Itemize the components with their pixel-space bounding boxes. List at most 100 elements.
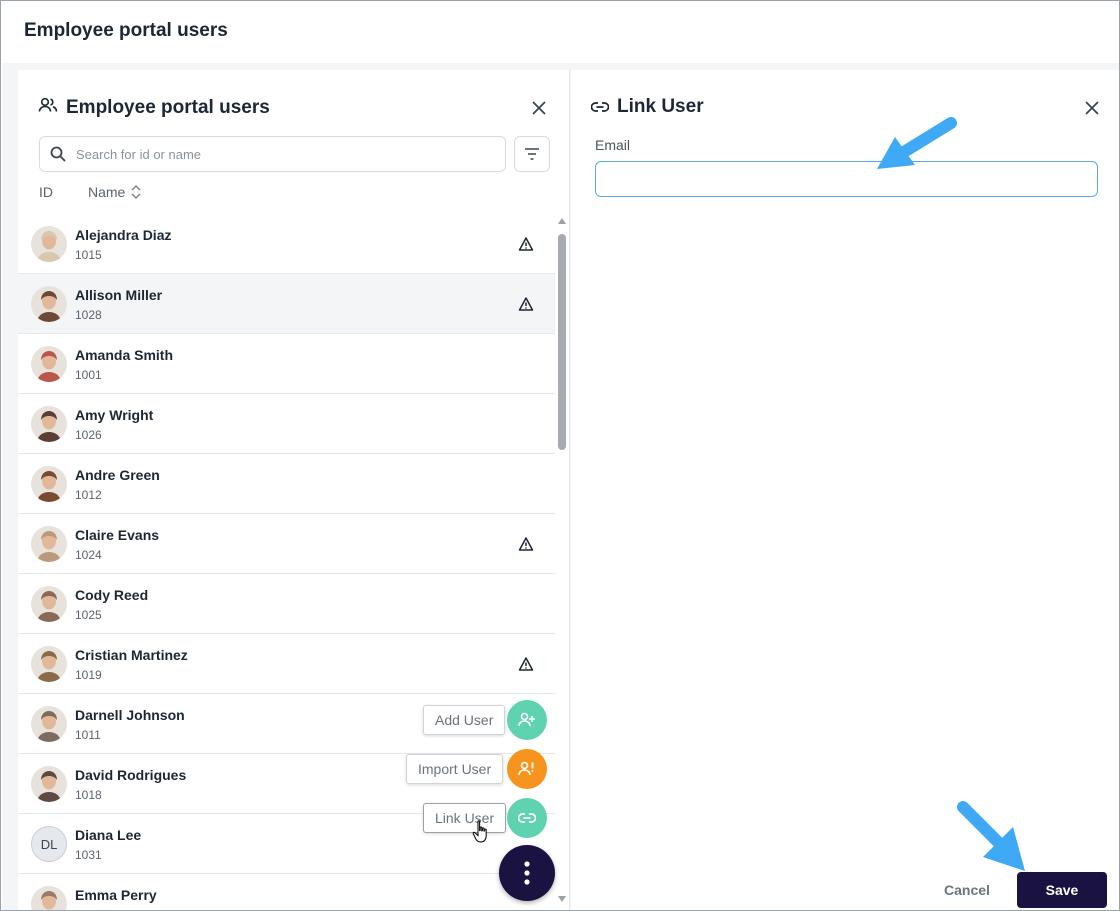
search-icon <box>50 146 66 162</box>
avatar <box>31 406 67 442</box>
user-name: Claire Evans <box>75 527 160 543</box>
link-user-panel: Link User Email Cancel Save <box>571 70 1119 910</box>
user-id: 1019 <box>75 668 102 682</box>
page-title: Employee portal users <box>24 20 228 41</box>
avatar-photo-icon <box>31 886 67 910</box>
avatar <box>31 226 67 262</box>
avatar <box>31 586 67 622</box>
avatar <box>31 706 67 742</box>
user-row[interactable]: Emma Perry <box>18 874 555 910</box>
link-icon <box>518 813 536 823</box>
close-icon <box>1085 101 1099 115</box>
avatar <box>31 646 67 682</box>
user-name: Darnell Johnson <box>75 707 185 723</box>
avatar-photo-icon <box>31 646 67 682</box>
annotation-arrow-save <box>957 801 1025 871</box>
avatar <box>31 766 67 802</box>
user-name: Diana Lee <box>75 827 142 843</box>
user-id: 1011 <box>75 728 101 742</box>
user-name: Emma Perry <box>75 887 157 903</box>
user-name: Allison Miller <box>75 287 163 303</box>
email-field[interactable] <box>595 161 1098 197</box>
avatar-photo-icon <box>31 586 67 622</box>
user-row[interactable]: Cody Reed 1025 <box>18 574 555 634</box>
link-user-title: Link User <box>617 96 704 117</box>
sort-icon <box>131 185 141 199</box>
user-row[interactable]: Cristian Martinez 1019 <box>18 634 555 694</box>
warning-icon[interactable] <box>518 236 534 252</box>
avatar <box>31 346 67 382</box>
scroll-up-arrow[interactable] <box>558 218 566 224</box>
avatar-initials: DL <box>31 826 67 862</box>
user-id: 1012 <box>75 488 102 502</box>
link-icon <box>591 102 609 112</box>
scroll-down-arrow[interactable] <box>558 896 566 902</box>
user-row[interactable]: Amy Wright 1026 <box>18 394 555 454</box>
add-user-icon <box>518 712 535 727</box>
scrollbar-thumb[interactable] <box>558 234 566 450</box>
user-name: Andre Green <box>75 467 160 483</box>
user-id: 1025 <box>75 608 102 622</box>
close-icon <box>532 101 546 115</box>
user-row[interactable]: Alejandra Diaz 1015 <box>18 214 555 274</box>
link-user-header: Link User <box>591 96 704 118</box>
link-user-label[interactable]: Link User <box>423 803 507 833</box>
user-id: 1024 <box>75 548 102 562</box>
users-panel-title: Employee portal users <box>66 96 270 118</box>
scrollbar[interactable] <box>557 218 567 908</box>
import-user-label[interactable]: Import User <box>406 754 504 784</box>
avatar-photo-icon <box>31 406 67 442</box>
user-id: 1015 <box>75 248 102 262</box>
avatar-photo-icon <box>31 286 67 322</box>
more-actions-button[interactable] <box>499 845 555 901</box>
avatar <box>31 526 67 562</box>
import-user-icon <box>518 761 534 776</box>
user-id: 1001 <box>75 368 102 382</box>
user-name: David Rodrigues <box>75 767 187 783</box>
filter-button[interactable] <box>514 136 550 172</box>
more-vertical-icon <box>524 861 530 885</box>
user-id: 1031 <box>75 848 102 862</box>
column-header-name-label: Name <box>88 184 126 200</box>
users-panel-header: Employee portal users <box>38 96 270 119</box>
user-row[interactable]: Allison Miller 1028 <box>18 274 555 334</box>
column-header-name[interactable]: Name <box>88 184 141 200</box>
user-name: Cody Reed <box>75 587 149 603</box>
column-headers: ID Name <box>39 184 141 200</box>
user-name: Amy Wright <box>75 407 154 423</box>
search-input[interactable] <box>76 146 476 162</box>
user-id: 1028 <box>75 308 102 322</box>
avatar <box>31 286 67 322</box>
avatar-photo-icon <box>31 706 67 742</box>
avatar <box>31 886 67 910</box>
cancel-button[interactable]: Cancel <box>944 882 990 898</box>
user-name: Alejandra Diaz <box>75 227 172 243</box>
import-user-button[interactable] <box>507 749 547 789</box>
warning-icon[interactable] <box>518 656 534 672</box>
user-id: 1026 <box>75 428 102 442</box>
user-row[interactable]: Andre Green 1012 <box>18 454 555 514</box>
avatar-photo-icon <box>31 526 67 562</box>
hand-cursor-icon <box>472 820 487 843</box>
app-window: Employee portal users Employee portal us… <box>0 0 1120 911</box>
avatar-photo-icon <box>31 466 67 502</box>
close-users-panel-button[interactable] <box>528 97 550 119</box>
filter-icon <box>525 148 539 160</box>
annotation-arrow-email <box>877 117 957 169</box>
avatar-photo-icon <box>31 226 67 262</box>
add-user-label[interactable]: Add User <box>423 705 506 735</box>
user-id: 1018 <box>75 788 102 802</box>
users-icon <box>38 96 58 119</box>
email-label: Email <box>595 137 631 153</box>
add-user-button[interactable] <box>507 700 547 740</box>
warning-icon[interactable] <box>518 536 534 552</box>
search-box <box>39 136 506 172</box>
column-header-id[interactable]: ID <box>39 184 88 200</box>
save-button[interactable]: Save <box>1017 872 1107 908</box>
close-link-user-button[interactable] <box>1081 97 1103 119</box>
link-user-button[interactable] <box>507 798 547 838</box>
user-row[interactable]: Amanda Smith 1001 <box>18 334 555 394</box>
user-row[interactable]: Claire Evans 1024 <box>18 514 555 574</box>
user-name: Amanda Smith <box>75 347 174 363</box>
warning-icon[interactable] <box>518 296 534 312</box>
